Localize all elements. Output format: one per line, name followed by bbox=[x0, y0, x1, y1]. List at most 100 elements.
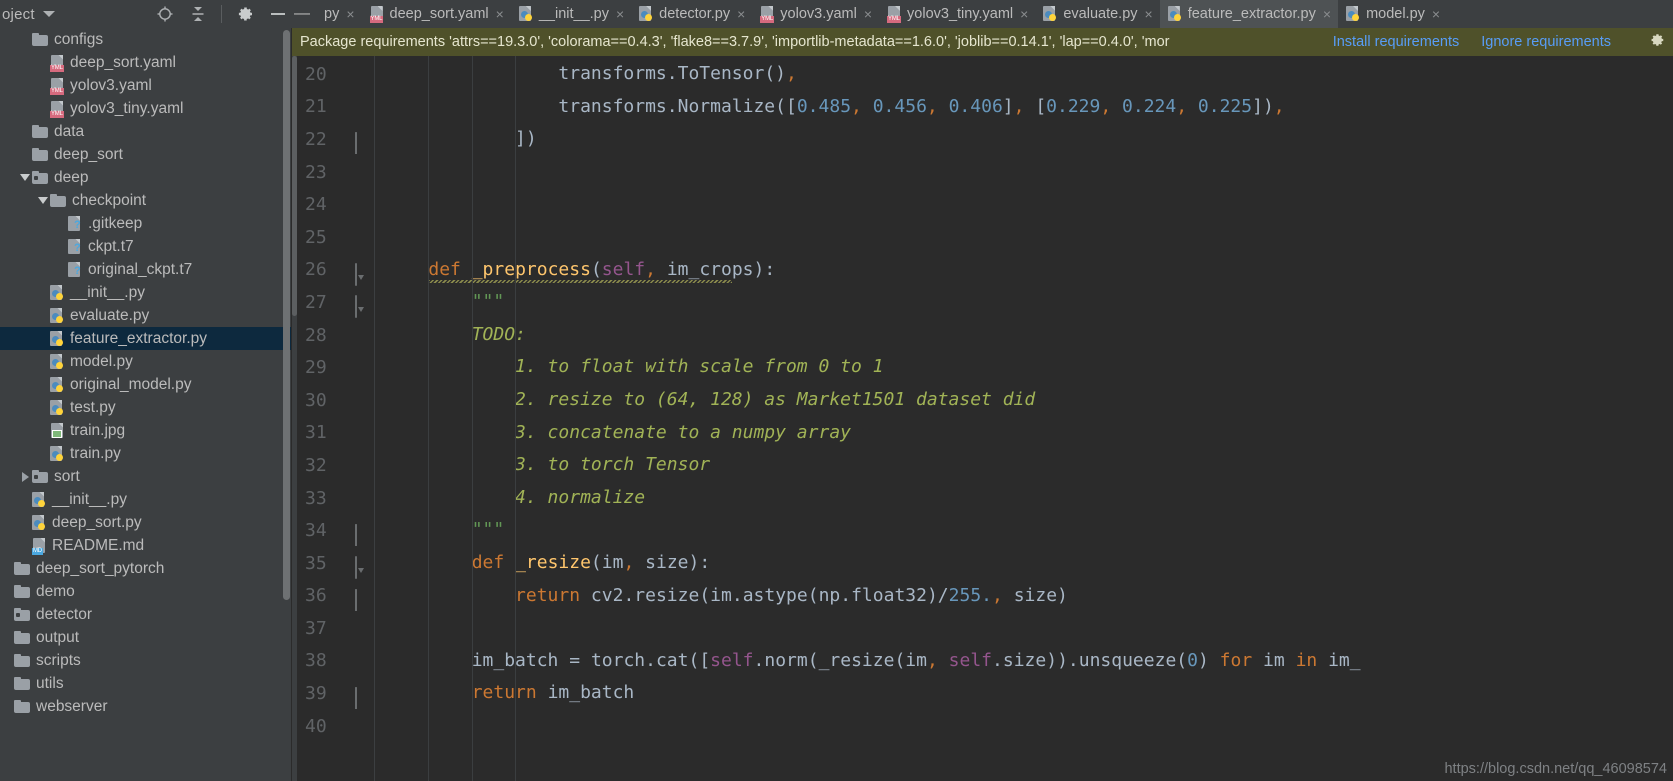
editor-tab[interactable]: model.py × bbox=[1338, 0, 1447, 28]
locate-target-icon[interactable] bbox=[155, 4, 175, 24]
tree-item-deep[interactable]: deep bbox=[0, 166, 292, 189]
tree-item-output[interactable]: output bbox=[0, 626, 292, 649]
hide-panel-icon[interactable] bbox=[268, 4, 288, 24]
tree-item-utils[interactable]: utils bbox=[0, 672, 292, 695]
editor-tab[interactable]: evaluate.py × bbox=[1035, 0, 1159, 28]
tree-item-original-model-py[interactable]: original_model.py bbox=[0, 373, 292, 396]
code-line[interactable]: def _preprocess(self, im_crops): bbox=[375, 254, 1673, 287]
chevron-right-icon[interactable] bbox=[18, 471, 32, 482]
chevron-down-icon[interactable] bbox=[36, 197, 50, 204]
tree-item-yolov3-tiny-yaml[interactable]: YML yolov3_tiny.yaml bbox=[0, 97, 292, 120]
close-icon[interactable]: × bbox=[496, 6, 504, 22]
code-line[interactable] bbox=[375, 221, 1673, 254]
tree-item--init-py[interactable]: __init__.py bbox=[0, 488, 292, 511]
code-line[interactable]: 3. to torch Tensor bbox=[375, 449, 1673, 482]
close-icon[interactable]: × bbox=[346, 6, 354, 22]
close-icon[interactable]: × bbox=[864, 6, 872, 22]
code-line[interactable]: ]) bbox=[375, 123, 1673, 156]
code-line[interactable]: return cv2.resize(im.astype(np.float32)/… bbox=[375, 580, 1673, 613]
editor-tab[interactable]: __init__.py × bbox=[511, 0, 631, 28]
tree-item-scripts[interactable]: scripts bbox=[0, 649, 292, 672]
tree-item-train-jpg[interactable]: train.jpg bbox=[0, 419, 292, 442]
code-line[interactable]: 4. normalize bbox=[375, 482, 1673, 515]
close-icon[interactable]: × bbox=[616, 6, 624, 22]
fold-expand-icon[interactable] bbox=[355, 556, 367, 580]
editor-tab-label: detector.py bbox=[659, 5, 731, 22]
project-tree-scrollbar[interactable] bbox=[283, 30, 290, 600]
yaml-file-icon: YML bbox=[887, 6, 902, 23]
project-tree: configs YML deep_sort.yaml YML yolov3.yaml YM… bbox=[0, 28, 292, 718]
tree-item-test-py[interactable]: test.py bbox=[0, 396, 292, 419]
code-line[interactable]: 1. to float with scale from 0 to 1 bbox=[375, 351, 1673, 384]
chevron-down-icon[interactable] bbox=[18, 174, 32, 181]
tree-item-checkpoint[interactable]: checkpoint bbox=[0, 189, 292, 212]
ignore-requirements-link[interactable]: Ignore requirements bbox=[1481, 34, 1611, 50]
code-line[interactable]: transforms.ToTensor(), bbox=[375, 58, 1673, 91]
fold-collapse-icon[interactable] bbox=[355, 132, 367, 155]
tree-item-feature-extractor-py[interactable]: feature_extractor.py bbox=[0, 327, 292, 350]
tree-item-sort[interactable]: sort bbox=[0, 465, 292, 488]
close-icon[interactable]: × bbox=[1323, 6, 1331, 22]
tree-item-yolov3-yaml[interactable]: YML yolov3.yaml bbox=[0, 74, 292, 97]
close-icon[interactable]: × bbox=[1145, 6, 1153, 22]
tree-item-demo[interactable]: demo bbox=[0, 580, 292, 603]
yaml-file-icon: YML bbox=[50, 54, 65, 72]
gutter-row: 38 bbox=[297, 645, 375, 678]
close-icon[interactable]: × bbox=[737, 6, 745, 22]
fold-collapse-icon[interactable] bbox=[355, 686, 367, 709]
tree-item-ckpt-t7[interactable]: ? ckpt.t7 bbox=[0, 235, 292, 258]
fold-expand-icon[interactable] bbox=[355, 295, 367, 319]
tree-item--gitkeep[interactable]: ? .gitkeep bbox=[0, 212, 292, 235]
code-line[interactable] bbox=[375, 156, 1673, 189]
notification-settings-gear-icon[interactable] bbox=[1649, 32, 1665, 52]
editor-tab[interactable]: detector.py × bbox=[631, 0, 752, 28]
settings-gear-icon[interactable] bbox=[235, 4, 255, 24]
code-line[interactable] bbox=[375, 612, 1673, 645]
tree-item-deep-sort-py[interactable]: deep_sort.py bbox=[0, 511, 292, 534]
editor-tab[interactable]: py × bbox=[316, 0, 362, 28]
project-panel-header: oject bbox=[0, 0, 292, 28]
collapse-all-icon[interactable] bbox=[188, 4, 208, 24]
code-line[interactable]: """ bbox=[375, 514, 1673, 547]
code-line[interactable]: 2. resize to (64, 128) as Market1501 dat… bbox=[375, 384, 1673, 417]
editor-tab[interactable]: YML yolov3_tiny.yaml × bbox=[879, 0, 1035, 28]
tree-item-train-py[interactable]: train.py bbox=[0, 442, 292, 465]
tree-item--init-py[interactable]: __init__.py bbox=[0, 281, 292, 304]
tree-item-readme-md[interactable]: MD README.md bbox=[0, 534, 292, 557]
code-content[interactable]: transforms.ToTensor(), transforms.Normal… bbox=[375, 56, 1673, 781]
line-number: 35 bbox=[305, 552, 327, 574]
tree-item-evaluate-py[interactable]: evaluate.py bbox=[0, 304, 292, 327]
tree-item-deep-sort[interactable]: deep_sort bbox=[0, 143, 292, 166]
code-line[interactable]: TODO: bbox=[375, 319, 1673, 352]
tree-item-deep-sort-yaml[interactable]: YML deep_sort.yaml bbox=[0, 51, 292, 74]
code-line[interactable]: return im_batch bbox=[375, 677, 1673, 710]
install-requirements-link[interactable]: Install requirements bbox=[1333, 34, 1460, 50]
tree-item-data[interactable]: data bbox=[0, 120, 292, 143]
tree-item-model-py[interactable]: model.py bbox=[0, 350, 292, 373]
code-line[interactable]: 3. concatenate to a numpy array bbox=[375, 417, 1673, 450]
editor-tab[interactable]: feature_extractor.py × bbox=[1159, 0, 1339, 28]
tree-item-label: detector bbox=[36, 605, 93, 623]
fold-expand-icon[interactable] bbox=[355, 262, 367, 286]
tree-item-original-ckpt-t7[interactable]: ? original_ckpt.t7 bbox=[0, 258, 292, 281]
tree-item-webserver[interactable]: webserver bbox=[0, 695, 292, 718]
code-line[interactable] bbox=[375, 188, 1673, 221]
editor-tab-bar: — py × YML deep_sort.yaml × __init__.py × detec… bbox=[292, 0, 1673, 28]
chevron-down-icon[interactable] bbox=[42, 11, 55, 17]
fold-collapse-icon[interactable] bbox=[355, 588, 367, 611]
tree-item-configs[interactable]: configs bbox=[0, 28, 292, 51]
tree-item-deep-sort-pytorch[interactable]: deep_sort_pytorch bbox=[0, 557, 292, 580]
editor-tab[interactable]: YML yolov3.yaml × bbox=[752, 0, 879, 28]
code-line[interactable]: """ bbox=[375, 286, 1673, 319]
line-number: 36 bbox=[305, 585, 327, 607]
fold-collapse-icon[interactable] bbox=[355, 523, 367, 546]
close-icon[interactable]: × bbox=[1020, 6, 1028, 22]
code-line[interactable]: transforms.Normalize([0.485, 0.456, 0.40… bbox=[375, 91, 1673, 124]
editor-tab[interactable]: YML deep_sort.yaml × bbox=[362, 0, 511, 28]
close-icon[interactable]: × bbox=[1432, 6, 1440, 22]
tree-item-detector[interactable]: detector bbox=[0, 603, 292, 626]
tree-item-label: __init__.py bbox=[52, 490, 127, 508]
code-line[interactable]: def _resize(im, size): bbox=[375, 547, 1673, 580]
code-line[interactable] bbox=[375, 710, 1673, 743]
code-line[interactable]: im_batch = torch.cat([self.norm(_resize(… bbox=[375, 645, 1673, 678]
